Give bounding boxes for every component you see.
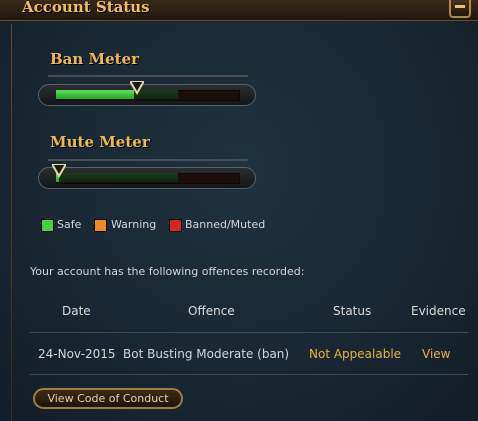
mute-meter bbox=[38, 164, 256, 189]
column-header-status: Status bbox=[333, 304, 372, 318]
column-header-offence: Offence bbox=[188, 304, 235, 318]
mute-meter-label: Mute Meter bbox=[50, 133, 150, 151]
legend-safe-swatch bbox=[41, 219, 54, 232]
offence-name: Bot Busting Moderate (ban) bbox=[123, 347, 290, 361]
offence-status: Not Appealable bbox=[309, 347, 402, 361]
left-border bbox=[11, 24, 12, 421]
account-status-panel: Account Status Ban Meter Mute Meter Safe… bbox=[0, 0, 478, 421]
title-bar: Account Status bbox=[0, 0, 478, 21]
table-header-divider bbox=[30, 332, 468, 333]
mute-meter-remaining bbox=[59, 173, 178, 182]
view-code-of-conduct-button[interactable]: View Code of Conduct bbox=[33, 388, 183, 409]
mute-meter-pointer-icon bbox=[52, 164, 66, 178]
table-row-divider bbox=[30, 374, 468, 375]
collapse-button[interactable] bbox=[449, 0, 471, 18]
ban-meter-label: Ban Meter bbox=[50, 50, 140, 68]
column-header-date: Date bbox=[62, 304, 91, 318]
legend-banned-swatch bbox=[169, 219, 182, 232]
ban-meter-divider bbox=[48, 75, 248, 77]
legend-warning-swatch bbox=[94, 219, 107, 232]
ban-meter-pointer-icon bbox=[130, 81, 144, 95]
panel-title: Account Status bbox=[22, 0, 150, 16]
mute-meter-divider bbox=[48, 159, 248, 161]
ban-meter bbox=[38, 81, 256, 106]
offence-date: 24-Nov-2015 bbox=[38, 347, 116, 361]
ban-meter-fill bbox=[56, 90, 134, 99]
legend-warning-label: Warning bbox=[111, 218, 157, 231]
view-evidence-link[interactable]: View bbox=[422, 347, 450, 361]
column-header-evidence: Evidence bbox=[411, 304, 466, 318]
legend-safe-label: Safe bbox=[57, 218, 82, 231]
offences-intro: Your account has the following offences … bbox=[30, 265, 305, 278]
legend-banned-label: Banned/Muted bbox=[185, 218, 266, 231]
